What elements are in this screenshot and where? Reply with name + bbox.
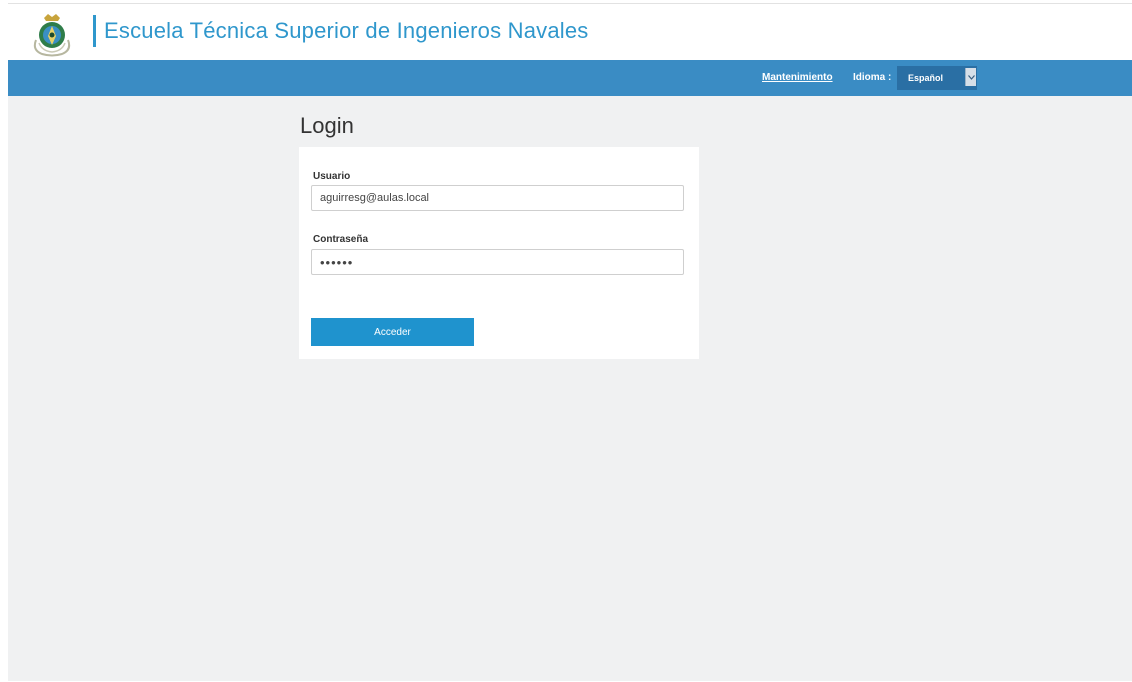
maintenance-link[interactable]: Mantenimiento	[762, 72, 833, 83]
school-crest-icon	[33, 14, 71, 57]
password-input[interactable]	[311, 249, 684, 275]
username-label: Usuario	[313, 171, 351, 182]
username-input[interactable]	[311, 185, 684, 211]
language-selected-value: Español	[908, 73, 944, 83]
chevron-down-icon[interactable]	[965, 68, 976, 86]
language-select[interactable]: Español	[897, 66, 977, 90]
site-title: Escuela Técnica Superior de Ingenieros N…	[104, 18, 589, 43]
top-navbar: Mantenimiento Idioma : Español	[8, 60, 1132, 96]
language-label: Idioma :	[853, 72, 892, 83]
site-header: Escuela Técnica Superior de Ingenieros N…	[8, 4, 1132, 60]
page-title: Login	[300, 113, 354, 138]
login-card: Usuario Contraseña Acceder	[299, 147, 699, 359]
login-button[interactable]: Acceder	[311, 318, 474, 346]
title-accent-bar	[93, 15, 96, 47]
password-label: Contraseña	[313, 234, 369, 245]
